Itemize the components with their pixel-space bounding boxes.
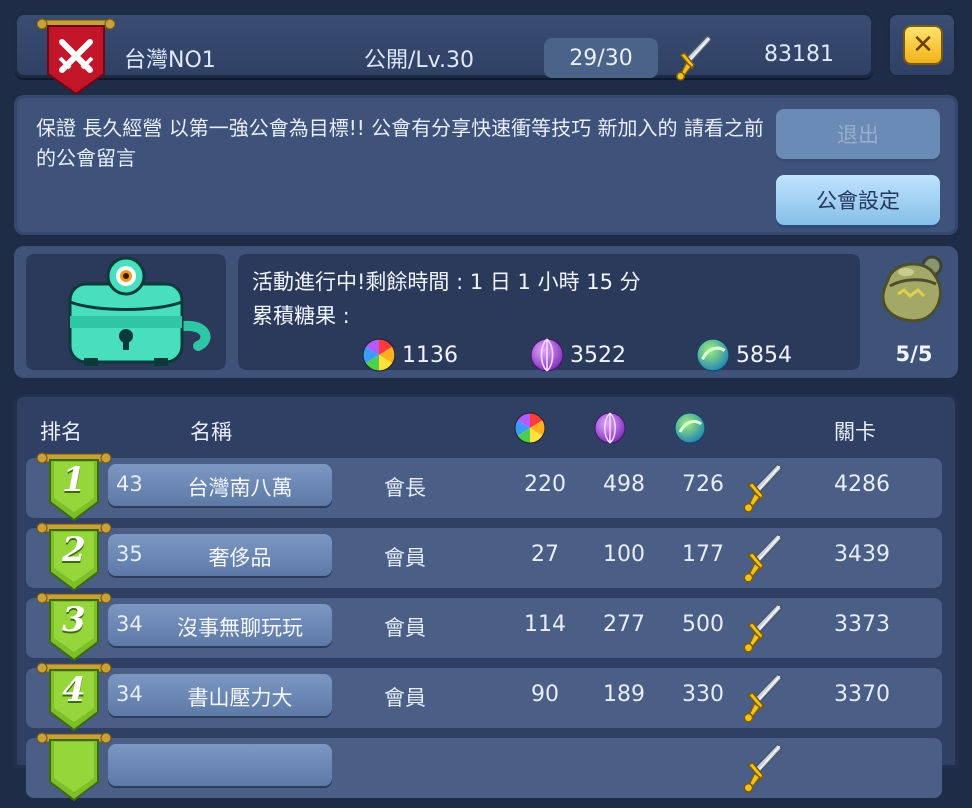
purple-candy-total: 3522	[530, 338, 626, 372]
rainbow-candy-value: 27	[531, 542, 559, 567]
purple-candy-value: 100	[603, 542, 645, 567]
purple-candy-value: 189	[603, 682, 645, 707]
member-stage: 4286	[834, 472, 890, 497]
purple-candy-icon	[530, 338, 564, 372]
rank-number: 4	[62, 670, 86, 710]
guild-power: 83181	[764, 42, 834, 67]
member-name-pill[interactable]	[108, 744, 332, 786]
rank-badge: 4	[36, 660, 112, 734]
event-remaining-time: 活動進行中!剩餘時間 : 1 日 1 小時 15 分	[252, 270, 641, 294]
name-column-header: 名稱	[190, 420, 232, 444]
green-candy-value: 330	[682, 682, 724, 707]
member-name: 沒事無聊玩玩	[177, 616, 303, 640]
rainbow-candy-value: 220	[524, 472, 566, 497]
bell-count: 5/5	[895, 342, 933, 366]
rank-badge: 1	[36, 450, 112, 524]
treasure-chest-monster-icon	[68, 256, 211, 366]
guild-banner-icon	[36, 18, 116, 96]
guild-level: 公開/Lv.30	[364, 48, 474, 73]
sword-icon	[674, 34, 714, 82]
rank-badge-icon	[36, 730, 112, 804]
sword-icon	[742, 462, 784, 514]
close-button[interactable]: ✕	[887, 12, 957, 78]
member-name: 奢侈品	[208, 546, 272, 570]
member-level: 35	[116, 542, 143, 566]
member-row-partial[interactable]	[26, 738, 942, 798]
guild-notice-text: 保證 長久經營 以第一強公會為目標!! 公會有分享快速衝等技巧 新加入的 請看之…	[36, 116, 764, 170]
member-row[interactable]: 1 43 台灣南八萬 會長 220 498 726 4286	[26, 458, 942, 518]
member-name: 台灣南八萬	[187, 476, 293, 500]
rank-column-header: 排名	[40, 420, 82, 444]
purple-candy-icon	[594, 412, 626, 444]
green-candy-icon	[696, 338, 730, 372]
member-ranking-panel: 排名 名稱 關卡 1 43 台灣南八萬 會長 220 498 726 4286 …	[14, 394, 958, 768]
green-candy-count: 5854	[736, 342, 792, 368]
guild-name: 台灣NO1	[124, 48, 216, 73]
green-candy-value: 177	[682, 542, 724, 567]
rank-badge: 3	[36, 590, 112, 664]
sword-icon	[742, 742, 784, 794]
member-name-pill[interactable]: 34 書山壓力大	[108, 674, 332, 716]
green-candy-icon	[674, 412, 706, 444]
mascot-frame	[26, 254, 226, 370]
member-stage: 3373	[834, 612, 890, 637]
guild-notice-panel: 保證 長久經營 以第一強公會為目標!! 公會有分享快速衝等技巧 新加入的 請看之…	[14, 95, 958, 235]
member-stage: 3370	[834, 682, 890, 707]
member-name-pill[interactable]: 34 沒事無聊玩玩	[108, 604, 332, 646]
stage-column-header: 關卡	[834, 420, 876, 444]
member-row[interactable]: 2 35 奢侈品 會員 27 100 177 3439	[26, 528, 942, 588]
rank-number: 3	[62, 600, 86, 640]
rainbow-candy-icon	[514, 412, 546, 444]
rank-badge: 2	[36, 520, 112, 594]
sword-icon	[742, 672, 784, 724]
sword-icon	[742, 532, 784, 584]
member-role: 會長	[384, 476, 426, 500]
member-count: 29/30	[544, 38, 658, 78]
sword-icon	[742, 602, 784, 654]
rank-number: 1	[62, 460, 86, 500]
rainbow-candy-value: 90	[531, 682, 559, 707]
purple-candy-count: 3522	[570, 342, 626, 368]
event-info-box: 活動進行中!剩餘時間 : 1 日 1 小時 15 分 累積糖果 : 1136 3…	[238, 254, 860, 370]
event-panel: 活動進行中!剩餘時間 : 1 日 1 小時 15 分 累積糖果 : 1136 3…	[14, 246, 958, 378]
guild-header: 台灣NO1 公開/Lv.30 29/30 83181	[14, 12, 874, 96]
member-role: 會員	[384, 546, 426, 570]
leave-guild-button[interactable]: 退出	[776, 109, 940, 159]
member-name: 書山壓力大	[187, 686, 293, 710]
rainbow-candy-value: 114	[524, 612, 566, 637]
member-row[interactable]: 3 34 沒事無聊玩玩 會員 114 277 500 3373	[26, 598, 942, 658]
member-role: 會員	[384, 616, 426, 640]
guild-settings-button[interactable]: 公會設定	[776, 175, 940, 225]
bell-icon[interactable]	[874, 252, 950, 328]
member-row[interactable]: 4 34 書山壓力大 會員 90 189 330 3370	[26, 668, 942, 728]
rank-badge	[36, 730, 112, 804]
member-stage: 3439	[834, 542, 890, 567]
member-name-pill[interactable]: 35 奢侈品	[108, 534, 332, 576]
green-candy-value: 726	[682, 472, 724, 497]
purple-candy-value: 277	[603, 612, 645, 637]
member-level: 34	[116, 682, 143, 706]
rainbow-candy-total: 1136	[362, 338, 458, 372]
member-level: 43	[116, 472, 143, 496]
member-role: 會員	[384, 686, 426, 710]
green-candy-total: 5854	[696, 338, 792, 372]
rainbow-candy-icon	[362, 338, 396, 372]
rank-number: 2	[62, 530, 86, 570]
rainbow-candy-count: 1136	[402, 342, 458, 368]
accumulated-candy-label: 累積糖果 :	[252, 304, 350, 328]
member-level: 34	[116, 612, 143, 636]
close-icon[interactable]: ✕	[905, 27, 941, 63]
purple-candy-value: 498	[603, 472, 645, 497]
member-name-pill[interactable]: 43 台灣南八萬	[108, 464, 332, 506]
green-candy-value: 500	[682, 612, 724, 637]
